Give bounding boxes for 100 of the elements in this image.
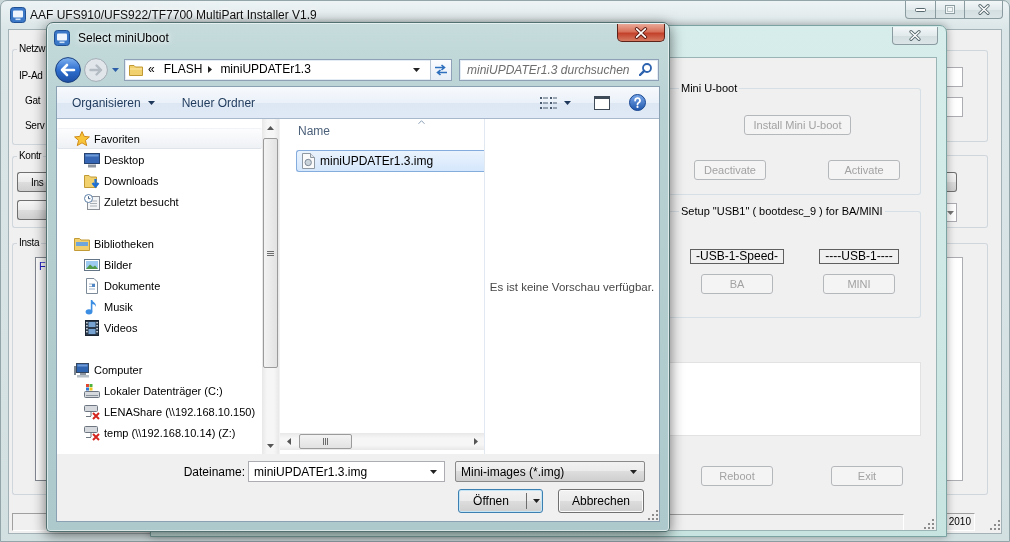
close-icon (977, 4, 990, 15)
indicator-label: ----USB-1---- (819, 249, 899, 264)
column-header[interactable]: Name (280, 119, 430, 143)
drive-cross-icon (84, 424, 100, 441)
nav-item[interactable]: LENAShare (\\192.168.10.150) (84, 401, 259, 422)
dialog-title: Select miniUboot (78, 30, 169, 46)
field-label: Gat (25, 94, 41, 108)
push-button[interactable] (947, 172, 957, 192)
scrollbar[interactable] (280, 433, 484, 450)
grip-icon (267, 250, 274, 256)
caret-icon (630, 469, 637, 474)
grip-icon (323, 438, 328, 445)
resize-grip-icon[interactable] (648, 510, 658, 520)
right-arrow-icon[interactable] (208, 66, 213, 73)
nav-item[interactable]: Bibliotheken (74, 233, 157, 254)
breadcrumb-overflow[interactable]: « (148, 62, 155, 77)
clock-page-icon (84, 193, 100, 210)
toolbar-button[interactable]: Neuer Ordner (173, 90, 264, 115)
caret-icon (147, 100, 155, 105)
group-label: Kontr (18, 150, 43, 162)
push-button[interactable]: Ins (17, 172, 46, 192)
address-bar[interactable]: « FLASH miniUPDATEr1.3 (124, 58, 452, 81)
refresh-button[interactable] (430, 59, 451, 80)
breadcrumb[interactable]: FLASH (163, 62, 203, 77)
window-title: AAF UFS910/UFS922/TF7700 MultiPart Installer V1.9 (30, 7, 317, 23)
search-icon[interactable] (639, 63, 652, 76)
nav-item[interactable]: Dokumente (84, 275, 164, 296)
help-icon[interactable] (629, 94, 646, 111)
push-button[interactable] (17, 200, 46, 220)
caret-icon[interactable] (564, 100, 571, 105)
nav-item[interactable]: Downloads (84, 170, 162, 191)
caret-icon[interactable] (413, 67, 420, 72)
resize-grip-icon[interactable] (990, 520, 1000, 530)
minimize-icon (915, 7, 926, 12)
field-label: IP-Ad (19, 69, 43, 83)
hard-drive-icon (84, 382, 100, 399)
maximize-icon (945, 5, 955, 14)
tv-icon (54, 30, 70, 46)
close-button[interactable] (617, 24, 665, 42)
caret-icon[interactable] (430, 469, 437, 474)
group-label: Setup "USB1" ( bootdesc_9 ) for BA/MINI (680, 205, 884, 218)
monitor-icon (84, 151, 100, 168)
scroll-thumb[interactable] (263, 138, 278, 368)
document-icon (84, 277, 100, 294)
list-box[interactable]: F (35, 257, 46, 481)
right-arrow-icon[interactable] (473, 438, 478, 445)
window-icon[interactable] (594, 95, 610, 110)
file-type-dropdown[interactable]: Mini-images (*.img) (455, 461, 645, 482)
list-view-icon[interactable] (540, 96, 557, 109)
group-label: Mini U-boot (680, 82, 739, 95)
caret-icon (947, 210, 954, 215)
resize-grip-icon[interactable] (924, 519, 934, 529)
status-text: 2010 (948, 516, 971, 528)
nav-item[interactable]: Bilder (84, 254, 136, 275)
group-label: Netzw (18, 43, 47, 55)
open-button[interactable]: Öffnen (458, 489, 543, 513)
scroll-thumb[interactable] (299, 434, 352, 449)
tv-icon (10, 7, 26, 23)
search-field[interactable]: miniUPDATEr1.3 durchsuchen (459, 58, 659, 81)
close-icon (909, 30, 921, 41)
close-icon (634, 26, 648, 39)
up-arrow-icon[interactable] (267, 125, 274, 130)
download-folder-icon (84, 172, 100, 189)
two-arrows-icon (434, 63, 448, 76)
toolbar-button[interactable]: Organisieren (64, 90, 163, 115)
drive-cross-icon (84, 403, 100, 420)
caret-icon[interactable] (532, 499, 540, 503)
nav-item[interactable]: Desktop (84, 149, 148, 170)
left-arrow-icon[interactable] (286, 438, 291, 445)
input-field[interactable] (947, 67, 963, 87)
minimize-button[interactable] (905, 1, 936, 19)
file-icon (302, 153, 315, 169)
indicator-label: -USB-1-Speed- (690, 249, 784, 264)
nav-item[interactable]: Favoriten (57, 128, 262, 149)
nav-item[interactable]: Lokaler Datenträger (C:) (84, 380, 226, 401)
list-item[interactable]: F (39, 260, 46, 273)
combo-box[interactable] (947, 203, 957, 222)
nav-item[interactable]: Computer (74, 359, 146, 380)
nav-item[interactable]: Zuletzt besucht (84, 191, 182, 212)
breadcrumb[interactable]: miniUPDATEr1.3 (220, 62, 311, 77)
group-label: Insta (18, 237, 41, 249)
nav-item[interactable]: Musik (84, 296, 136, 317)
folder-icon (129, 63, 143, 76)
scrollbar[interactable] (262, 119, 279, 454)
file-name-field[interactable]: miniUPDATEr1.3.img (248, 461, 445, 482)
computer-icon (74, 361, 90, 378)
field-label: Dateiname: (183, 464, 245, 479)
input-field[interactable] (947, 97, 963, 117)
maximize-button[interactable] (936, 1, 965, 19)
nav-item[interactable]: temp (\\192.168.10.14) (Z:) (84, 422, 239, 443)
cancel-button[interactable]: Abbrechen (558, 489, 644, 513)
film-strip-icon (84, 319, 100, 336)
field-label: Serv (25, 119, 45, 133)
file-item[interactable]: miniUPDATEr1.3.img (296, 150, 484, 172)
down-arrow-icon[interactable] (267, 443, 274, 448)
picture-icon (84, 256, 100, 273)
folder-icon (74, 235, 90, 252)
star-icon (74, 130, 90, 147)
preview-message: Es ist keine Vorschau verfügbar. (489, 280, 655, 293)
nav-item[interactable]: Videos (84, 317, 141, 338)
